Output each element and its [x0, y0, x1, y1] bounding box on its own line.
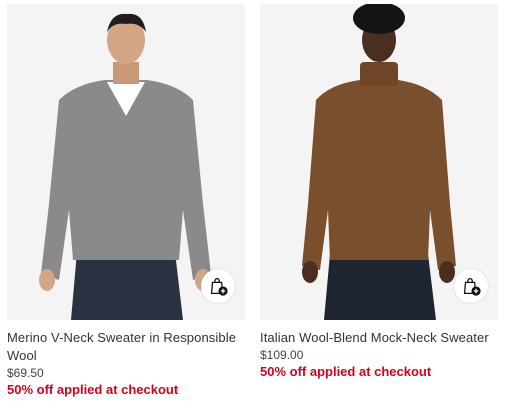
product-price: $109.00 — [260, 348, 304, 362]
product-card-italian-mockneck[interactable]: Italian Wool-Blend Mock-Neck Sweater $10… — [260, 4, 498, 380]
add-to-bag-button[interactable] — [454, 269, 488, 303]
promo-text: 50% off applied at checkout — [7, 382, 179, 397]
product-image[interactable] — [260, 4, 498, 320]
product-price: $69.50 — [7, 366, 44, 380]
product-card-merino-vneck[interactable]: Merino V-Neck Sweater in Responsible Woo… — [7, 4, 245, 398]
product-title[interactable]: Italian Wool-Blend Mock-Neck Sweater — [260, 329, 498, 347]
product-title[interactable]: Merino V-Neck Sweater in Responsible Woo… — [7, 329, 245, 365]
add-to-bag-button[interactable] — [201, 269, 235, 303]
product-image[interactable] — [7, 4, 245, 320]
add-to-bag-icon — [210, 278, 228, 296]
promo-text: 50% off applied at checkout — [260, 364, 432, 379]
add-to-bag-icon — [463, 278, 481, 296]
